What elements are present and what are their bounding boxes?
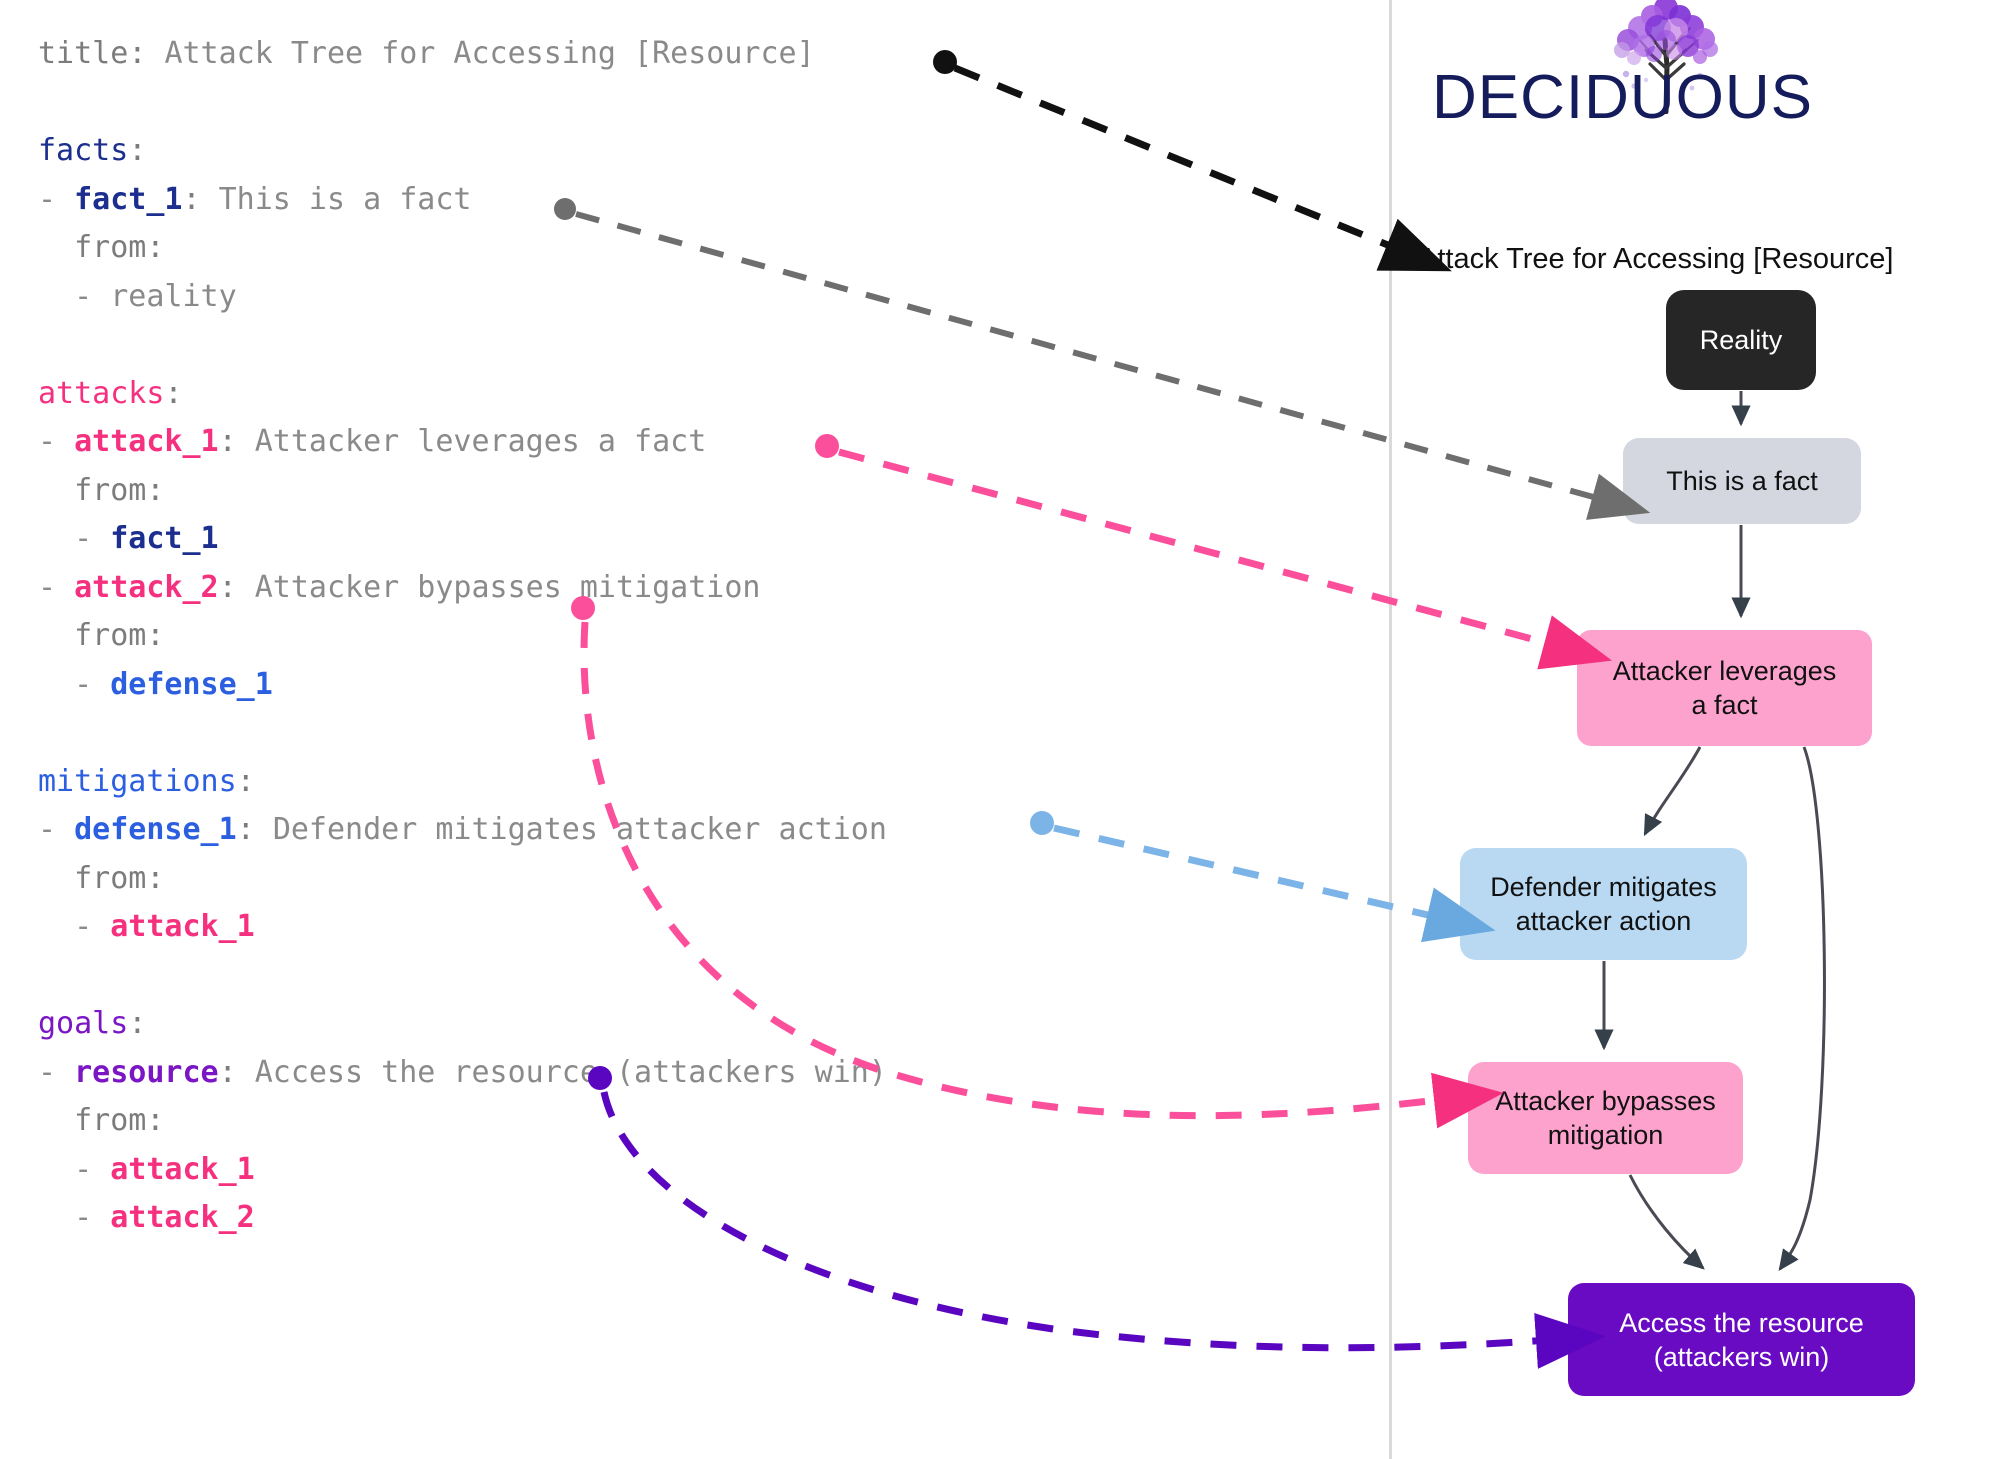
yaml-line-attack-1-from[interactable]: from: <box>38 467 1390 516</box>
yaml-token: - <box>38 278 111 314</box>
yaml-token: Attacker leverages a fact <box>254 424 707 459</box>
yaml-token: facts <box>38 133 129 168</box>
yaml-token: : <box>236 763 255 799</box>
yaml-line-attack-1[interactable]: - attack_1: Attacker leverages a fact <box>38 418 1390 467</box>
yaml-token: : <box>182 181 219 217</box>
graph-node-label: Access the resource (attackers win) <box>1619 1307 1864 1372</box>
yaml-token: resource <box>74 1054 219 1090</box>
yaml-token: mitigations <box>38 763 237 799</box>
yaml-line-fact-1-from[interactable]: from: <box>38 224 1390 273</box>
yaml-token: Attack Tree for Accessing [Resource] <box>164 36 815 71</box>
yaml-token <box>38 958 56 993</box>
yaml-line-attack-2-from[interactable]: from: <box>38 612 1390 661</box>
yaml-line-facts-key[interactable]: facts: <box>38 127 1390 176</box>
yaml-line-goal-1[interactable]: - resource: Access the resource (attacke… <box>38 1049 1390 1098</box>
yaml-line-attack-2[interactable]: - attack_2: Attacker bypasses mitigation <box>38 564 1390 613</box>
yaml-line-attacks-key[interactable]: attacks: <box>38 370 1390 419</box>
yaml-token <box>38 715 56 750</box>
yaml-line-mitigations-key[interactable]: mitigations: <box>38 758 1390 807</box>
yaml-line-blank-1[interactable] <box>38 79 1390 128</box>
yaml-token: : <box>218 424 255 459</box>
yaml-token: - <box>38 666 111 702</box>
yaml-token: Access the resource (attackers win) <box>254 1054 887 1090</box>
graph-node-label: Defender mitigates attacker action <box>1490 872 1717 936</box>
yaml-line-defense-1-ref[interactable]: - attack_1 <box>38 903 1390 952</box>
yaml-token: attack_2 <box>110 1200 255 1235</box>
yaml-token <box>38 85 56 120</box>
yaml-token: - <box>38 181 75 217</box>
yaml-line-goal-1-ref-b[interactable]: - attack_2 <box>38 1194 1390 1243</box>
yaml-token: goals <box>38 1006 129 1041</box>
deciduous-logo: DECIDUOUS <box>1410 0 2000 137</box>
graph-node-fact-1[interactable]: This is a fact <box>1623 438 1861 524</box>
logo-wordmark: DECIDUOUS <box>1432 63 1814 132</box>
yaml-token: attack_2 <box>74 569 219 605</box>
yaml-line-fact-1-ref[interactable]: - reality <box>38 273 1390 322</box>
yaml-token: : <box>128 1006 147 1041</box>
yaml-line-defense-1[interactable]: - defense_1: Defender mitigates attacker… <box>38 806 1390 855</box>
yaml-token: defense_1 <box>110 666 273 702</box>
graph-node-attack-1[interactable]: Attacker leverages a fact <box>1577 630 1872 746</box>
yaml-token: - <box>38 521 111 556</box>
yaml-token: fact_1 <box>74 181 183 217</box>
yaml-token: from: <box>38 472 165 508</box>
yaml-token: Attacker bypasses mitigation <box>254 569 761 605</box>
graph-node-label: This is a fact <box>1666 466 1818 496</box>
yaml-source-text[interactable]: title: Attack Tree for Accessing [Resour… <box>38 30 1390 1243</box>
graph-title: Attack Tree for Accessing [Resource] <box>1418 243 1894 275</box>
yaml-token: reality <box>110 278 237 314</box>
yaml-token: attack_1 <box>74 424 219 459</box>
graph-node-label: Attacker leverages a fact <box>1612 656 1837 720</box>
yaml-editor-pane[interactable]: title: Attack Tree for Accessing [Resour… <box>0 0 1390 1459</box>
yaml-token: fact_1 <box>110 521 219 556</box>
yaml-token: : <box>128 133 147 168</box>
graph-node-label: Attacker bypasses mitigation <box>1495 1086 1716 1150</box>
yaml-token: attack_1 <box>110 909 255 944</box>
yaml-token: : <box>236 812 273 847</box>
yaml-token: Defender mitigates attacker action <box>272 812 887 847</box>
yaml-line-attack-2-ref[interactable]: - defense_1 <box>38 661 1390 710</box>
yaml-token: from: <box>38 230 165 265</box>
yaml-line-blank-3[interactable] <box>38 709 1390 758</box>
yaml-token: : <box>164 375 183 411</box>
graph-node-defense-1[interactable]: Defender mitigates attacker action <box>1460 848 1747 960</box>
yaml-token: - <box>38 424 75 459</box>
yaml-token: from: <box>38 860 165 896</box>
yaml-token: - <box>38 812 75 847</box>
yaml-token: : <box>218 1054 255 1090</box>
yaml-line-attack-1-ref[interactable]: - fact_1 <box>38 515 1390 564</box>
yaml-line-fact-1[interactable]: - fact_1: This is a fact <box>38 176 1390 225</box>
yaml-token: - <box>38 1054 75 1090</box>
yaml-token: attack_1 <box>110 1151 255 1187</box>
yaml-token: : <box>128 36 165 71</box>
yaml-token: : <box>218 569 255 605</box>
yaml-line-blank-4[interactable] <box>38 952 1390 1001</box>
yaml-token: - <box>38 1151 111 1187</box>
yaml-token: defense_1 <box>74 812 237 847</box>
yaml-token: from: <box>38 618 165 653</box>
yaml-token: - <box>38 569 75 605</box>
graph-node-resource[interactable]: Access the resource (attackers win) <box>1568 1283 1915 1396</box>
yaml-token: - <box>38 1200 111 1235</box>
yaml-token: This is a fact <box>218 181 472 217</box>
graph-node-reality[interactable]: Reality <box>1666 290 1816 390</box>
yaml-token: from: <box>38 1103 165 1138</box>
yaml-token: attacks <box>38 375 165 411</box>
yaml-token: - <box>38 909 111 944</box>
yaml-line-title[interactable]: title: Attack Tree for Accessing [Resour… <box>38 30 1390 79</box>
graph-node-attack-2[interactable]: Attacker bypasses mitigation <box>1468 1062 1743 1174</box>
yaml-line-blank-2[interactable] <box>38 321 1390 370</box>
yaml-line-goal-1-from[interactable]: from: <box>38 1097 1390 1146</box>
yaml-line-goal-1-ref-a[interactable]: - attack_1 <box>38 1146 1390 1195</box>
graph-node-label: Reality <box>1699 325 1783 355</box>
yaml-line-goals-key[interactable]: goals: <box>38 1000 1390 1049</box>
yaml-token <box>38 327 56 362</box>
yaml-token: title <box>38 36 129 71</box>
yaml-line-defense-1-from[interactable]: from: <box>38 855 1390 904</box>
